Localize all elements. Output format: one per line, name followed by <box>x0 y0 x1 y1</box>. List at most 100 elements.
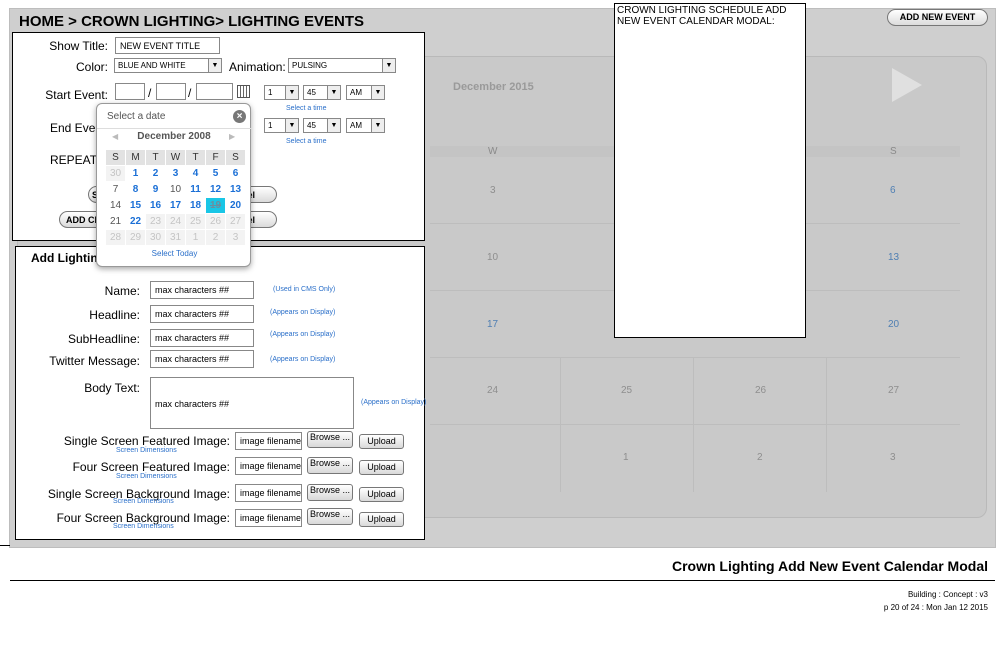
background-date: 13 <box>888 252 900 263</box>
datepicker-day-cell[interactable]: 6 <box>226 166 245 181</box>
end-select-time-link[interactable]: Select a time <box>286 138 326 145</box>
headline-label: Headline: <box>89 308 140 322</box>
datepicker-day-cell[interactable]: 26 <box>206 214 225 229</box>
datepicker-day-cell[interactable]: 11 <box>186 182 205 197</box>
datepicker-day-cell[interactable]: 14 <box>106 198 125 213</box>
single-background-filename-input[interactable]: image filename <box>235 484 302 502</box>
datepicker-day-cell[interactable]: 27 <box>226 214 245 229</box>
end-hour-select[interactable]: 1 ▼ <box>264 118 299 133</box>
background-grid-line <box>430 424 960 425</box>
four-featured-label: Four Screen Featured Image: <box>72 460 230 474</box>
datepicker-day-cell[interactable]: 2 <box>206 230 225 245</box>
datepicker-day-cell[interactable]: 15 <box>126 198 145 213</box>
datepicker-day-cell[interactable]: 12 <box>206 182 225 197</box>
color-select[interactable]: BLUE AND WHITE ▼ <box>114 58 222 73</box>
datepicker-day-header: S <box>106 150 125 165</box>
start-select-time-link[interactable]: Select a time <box>286 105 326 112</box>
end-minute-select[interactable]: 45 ▼ <box>303 118 341 133</box>
datepicker-day-header: S <box>226 150 245 165</box>
end-ampm-value: AM <box>350 121 362 130</box>
single-featured-upload-button[interactable]: Upload <box>359 434 404 449</box>
footer-meta-building: Building : Concept : v3 <box>907 590 988 599</box>
datepicker-day-cell[interactable]: 17 <box>166 198 185 213</box>
show-title-input[interactable]: NEW EVENT TITLE <box>115 37 220 54</box>
datepicker-day-cell[interactable]: 10 <box>166 182 185 197</box>
screen-dimensions-link[interactable]: Screen Dimensions <box>113 498 174 505</box>
twitter-input[interactable]: max characters ## <box>150 350 254 368</box>
background-date: 27 <box>888 385 900 396</box>
end-hour-value: 1 <box>268 121 273 130</box>
background-grid-line <box>693 357 694 492</box>
datepicker-day-cell[interactable]: 20 <box>226 198 245 213</box>
body-text-textarea[interactable]: max characters ## <box>150 377 354 429</box>
datepicker-day-cell[interactable]: 16 <box>146 198 165 213</box>
background-date: 6 <box>890 185 896 196</box>
datepicker-day-cell[interactable]: 30 <box>146 230 165 245</box>
datepicker-day-cell[interactable]: 1 <box>126 166 145 181</box>
start-ampm-select[interactable]: AM ▼ <box>346 85 385 100</box>
datepicker-day-cell[interactable]: 8 <box>126 182 145 197</box>
datepicker-day-cell[interactable]: 5 <box>206 166 225 181</box>
single-background-upload-button[interactable]: Upload <box>359 487 404 502</box>
datepicker-day-cell[interactable]: 1 <box>186 230 205 245</box>
start-month-input[interactable] <box>115 83 145 100</box>
datepicker-day-cell[interactable]: 28 <box>106 230 125 245</box>
datepicker-popup: Select a date × ◀ December 2008 ▶ SMTWTF… <box>96 103 252 267</box>
datepicker-day-cell[interactable]: 19 <box>206 198 225 213</box>
datepicker-day-cell[interactable]: 29 <box>126 230 145 245</box>
chevron-left-icon[interactable]: ◀ <box>112 132 118 141</box>
datepicker-day-cell[interactable]: 18 <box>186 198 205 213</box>
add-new-event-button[interactable]: ADD NEW EVENT <box>887 9 988 26</box>
subheadline-input[interactable]: max characters ## <box>150 329 254 347</box>
datepicker-day-cell[interactable]: 3 <box>226 230 245 245</box>
datepicker-day-cell[interactable]: 31 <box>166 230 185 245</box>
select-today-link[interactable]: Select Today <box>97 249 252 258</box>
close-circle-icon[interactable]: × <box>233 110 246 123</box>
four-featured-browse-button[interactable]: Browse ... <box>307 457 353 474</box>
datepicker-day-header: F <box>206 150 225 165</box>
body-text-hint: (Appears on Display) <box>361 399 427 406</box>
screen-dimensions-link[interactable]: Screen Dimensions <box>116 473 177 480</box>
start-hour-select[interactable]: 1 ▼ <box>264 85 299 100</box>
four-featured-filename-input[interactable]: image filename <box>235 457 302 475</box>
start-day-input[interactable] <box>156 83 186 100</box>
datepicker-day-cell[interactable]: 30 <box>106 166 125 181</box>
datepicker-day-cell[interactable]: 3 <box>166 166 185 181</box>
dropdown-arrow-icon: ▼ <box>327 86 340 99</box>
screen-dimensions-link[interactable]: Screen Dimensions <box>113 523 174 530</box>
animation-select[interactable]: PULSING ▼ <box>288 58 396 73</box>
footer-divider <box>10 580 995 581</box>
datepicker-day-cell[interactable]: 24 <box>166 214 185 229</box>
body-text-label: Body Text: <box>84 381 140 395</box>
start-year-input[interactable] <box>196 83 233 100</box>
datepicker-day-cell[interactable]: 13 <box>226 182 245 197</box>
single-background-browse-button[interactable]: Browse ... <box>307 484 353 501</box>
background-date: 25 <box>621 385 633 396</box>
start-event-label: Start Event: <box>45 88 108 102</box>
datepicker-day-cell[interactable]: 21 <box>106 214 125 229</box>
name-input[interactable]: max characters ## <box>150 281 254 299</box>
datepicker-day-header: T <box>146 150 165 165</box>
chevron-right-icon[interactable]: ▶ <box>229 132 235 141</box>
datepicker-day-cell[interactable]: 22 <box>126 214 145 229</box>
subheadline-hint: (Appears on Display) <box>270 331 336 338</box>
lighting-form-heading: Add Lighting <box>31 251 105 265</box>
datepicker-day-cell[interactable]: 4 <box>186 166 205 181</box>
screen-dimensions-link[interactable]: Screen Dimensions <box>116 447 177 454</box>
start-minute-select[interactable]: 45 ▼ <box>303 85 341 100</box>
four-featured-upload-button[interactable]: Upload <box>359 460 404 475</box>
four-background-filename-input[interactable]: image filename <box>235 509 302 527</box>
datepicker-day-cell[interactable]: 7 <box>106 182 125 197</box>
single-featured-filename-input[interactable]: image filename <box>235 432 302 450</box>
datepicker-day-cell[interactable]: 9 <box>146 182 165 197</box>
datepicker-day-cell[interactable]: 2 <box>146 166 165 181</box>
four-background-browse-button[interactable]: Browse ... <box>307 508 353 525</box>
datepicker-day-cell[interactable]: 23 <box>146 214 165 229</box>
calendar-icon[interactable] <box>237 85 250 98</box>
end-ampm-select[interactable]: AM ▼ <box>346 118 385 133</box>
headline-input[interactable]: max characters ## <box>150 305 254 323</box>
date-separator: / <box>188 86 192 100</box>
single-featured-browse-button[interactable]: Browse ... <box>307 431 353 448</box>
datepicker-day-cell[interactable]: 25 <box>186 214 205 229</box>
four-background-upload-button[interactable]: Upload <box>359 512 404 527</box>
